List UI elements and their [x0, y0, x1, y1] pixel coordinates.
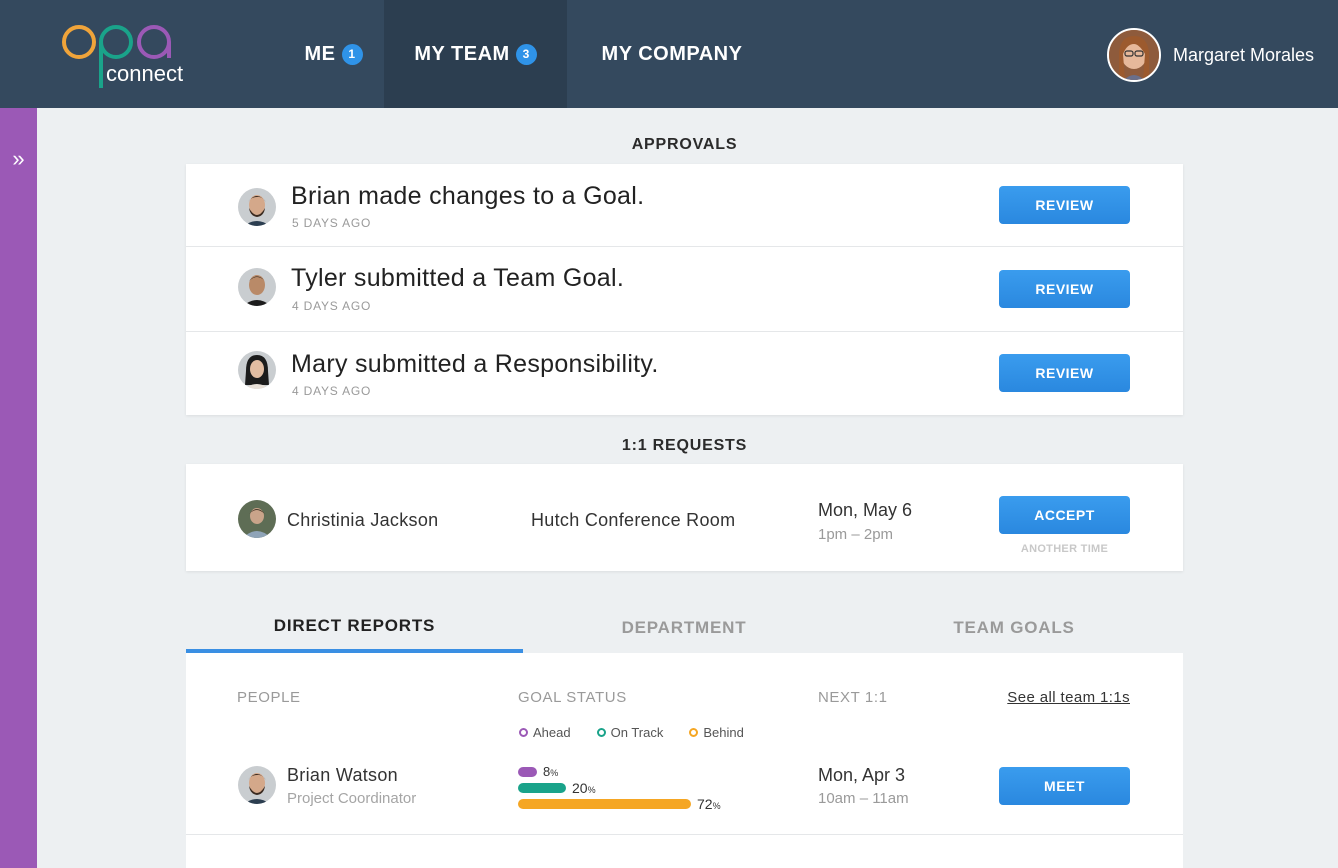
user-avatar: [1106, 28, 1161, 82]
next-meeting-time: 10am – 11am: [818, 790, 909, 807]
goal-bar-on-track: 20%: [518, 780, 596, 796]
logo-text: connect: [106, 61, 183, 86]
request-time: 1pm – 2pm: [818, 526, 894, 543]
request-date: Mon, May 6: [818, 500, 913, 520]
approval-row: Mary submitted a Responsibility. 4 DAYS …: [186, 332, 1183, 415]
tab-direct-reports[interactable]: DIRECT REPORTS: [186, 603, 523, 653]
review-button[interactable]: REVIEW: [999, 186, 1130, 224]
ahead-percent: 8%: [543, 764, 559, 779]
user-menu[interactable]: Margaret Morales: [1106, 28, 1314, 82]
opa-connect-logo[interactable]: connect: [62, 18, 202, 92]
approval-text: Tyler submitted a Team Goal.: [291, 264, 625, 292]
nav-my-team-label: MY TEAM: [414, 42, 510, 65]
see-all-team-link[interactable]: See all team 1:1s: [1007, 689, 1130, 706]
review-button[interactable]: REVIEW: [999, 354, 1130, 392]
accept-button[interactable]: ACCEPT: [999, 496, 1130, 534]
approval-row: Brian made changes to a Goal. 5 DAYS AGO…: [186, 164, 1183, 247]
legend-label: On Track: [610, 725, 664, 740]
legend-label: Behind: [703, 725, 744, 740]
next-meeting-date: Mon, Apr 3: [818, 765, 906, 785]
review-button[interactable]: REVIEW: [999, 270, 1130, 308]
legend-label: Ahead: [533, 725, 571, 740]
behind-dot-icon: [689, 728, 699, 737]
approvals-card: Brian made changes to a Goal. 5 DAYS AGO…: [186, 164, 1183, 415]
user-name: Margaret Morales: [1172, 44, 1314, 65]
top-nav-bar: connect ME 1 MY TEAM 3 MY COMPANY Margar…: [0, 0, 1338, 108]
tyler-avatar: [238, 268, 276, 306]
nav-my-team[interactable]: MY TEAM 3: [384, 0, 567, 108]
requests-card: Christinia Jackson Hutch Conference Room…: [186, 464, 1183, 571]
behind-bar: [518, 799, 691, 809]
sidebar: »: [0, 108, 37, 868]
nav-me-label: ME: [304, 42, 336, 65]
approval-time: 4 DAYS AGO: [292, 384, 372, 398]
direct-reports-card: PEOPLE GOAL STATUS NEXT 1:1 See all team…: [186, 653, 1183, 868]
legend-item-on-track: On Track: [596, 725, 664, 740]
goal-bar-behind: 72%: [518, 796, 721, 812]
another-time-link[interactable]: ANOTHER TIME: [999, 543, 1130, 555]
approval-text: Brian made changes to a Goal.: [291, 182, 645, 210]
nav-me[interactable]: ME 1: [283, 0, 384, 108]
goal-status-header: GOAL STATUS: [518, 689, 627, 706]
on-track-percent: 20%: [572, 780, 596, 796]
person-role: Project Coordinator: [287, 790, 417, 807]
requester-name: Christinia Jackson: [287, 510, 439, 530]
mary-avatar: [238, 351, 276, 389]
person-name: Brian Watson: [287, 765, 398, 785]
approval-text: Mary submitted a Responsibility.: [291, 350, 659, 378]
legend-item-behind: Behind: [689, 725, 744, 740]
request-location: Hutch Conference Room: [531, 510, 736, 530]
expand-sidebar-icon[interactable]: »: [0, 146, 37, 172]
ahead-dot-icon: [519, 728, 528, 737]
approvals-title: APPROVALS: [631, 136, 738, 153]
nav-my-team-badge: 3: [515, 43, 537, 65]
reports-tabs: DIRECT REPORTS DEPARTMENT TEAM GOALS: [186, 603, 1183, 653]
on-track-dot-icon: [596, 728, 606, 737]
brian-watson-avatar: [238, 766, 276, 804]
approval-time: 4 DAYS AGO: [292, 299, 372, 313]
goal-bar-ahead: 8%: [518, 764, 558, 779]
people-header: PEOPLE: [237, 689, 301, 706]
legend-item-ahead: Ahead: [519, 725, 571, 740]
approval-row: Tyler submitted a Team Goal. 4 DAYS AGO …: [186, 247, 1183, 332]
behind-percent: 72%: [697, 796, 721, 812]
next-one-on-one-header: NEXT 1:1: [818, 689, 888, 706]
on-track-bar: [518, 783, 566, 793]
goal-status-legend: Ahead On Track Behind: [519, 725, 770, 740]
approval-time: 5 DAYS AGO: [292, 216, 372, 230]
nav-my-company-label: MY COMPANY: [601, 42, 743, 65]
ahead-bar: [518, 766, 537, 777]
meet-button[interactable]: MEET: [999, 767, 1130, 805]
brian-avatar: [238, 188, 276, 226]
nav-me-badge: 1: [341, 43, 363, 65]
tab-team-goals[interactable]: TEAM GOALS: [845, 603, 1183, 653]
nav-my-company[interactable]: MY COMPANY: [567, 0, 777, 108]
christinia-avatar: [238, 500, 276, 538]
row-divider: [186, 834, 1183, 835]
tab-department[interactable]: DEPARTMENT: [523, 603, 845, 653]
requests-title: 1:1 REQUESTS: [621, 437, 748, 454]
